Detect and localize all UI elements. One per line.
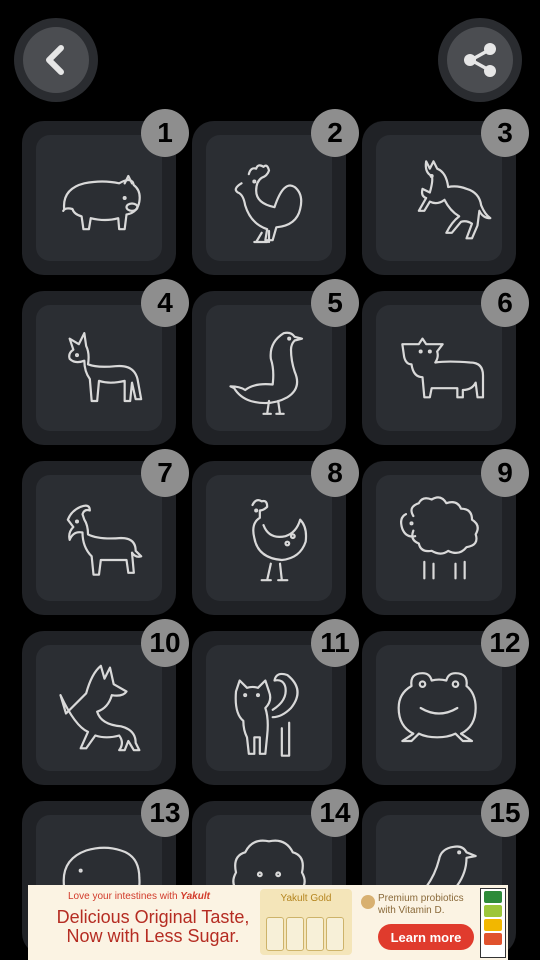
tile-number-badge: 14 [311,789,359,837]
back-button[interactable] [14,18,98,102]
animal-tile-face [206,645,332,771]
tile-number-badge: 11 [311,619,359,667]
ad-tagline: Love your intestines with Yakult [68,891,210,902]
tile-number-badge: 10 [141,619,189,667]
animal-tile-face [36,305,162,431]
frog-icon [397,672,477,743]
animal-tile-face [206,305,332,431]
animal-tile-face [376,645,502,771]
cat-icon [234,672,299,757]
tile-number-badge: 15 [481,789,529,837]
ad-product-label: Yakult Gold [280,893,332,904]
ad-probiotic-text: Premium probiotics with Vitamin D. [378,893,464,916]
cow-icon [401,337,485,399]
tile-number-badge: 13 [141,789,189,837]
animal-tile-face [376,305,502,431]
tile-number-badge: 7 [141,449,189,497]
ad-tagline-text: Love your intestines with [68,891,178,902]
chevron-left-icon [46,45,64,75]
share-icon [464,43,496,77]
tile-number-badge: 2 [311,109,359,157]
pig-icon [62,174,141,231]
animal-tile-face [36,135,162,261]
animal-tile-face [206,475,332,601]
sheep-icon [400,496,479,580]
advertisement-banner[interactable]: Love your intestines with Yakult Delicio… [28,885,508,960]
hen-icon [251,499,308,582]
tile-number-badge: 9 [481,449,529,497]
tile-number-badge: 5 [311,279,359,327]
goose-icon [229,331,304,415]
animal-tile-face [376,135,502,261]
share-button[interactable] [438,18,522,102]
back-button-face [23,27,89,93]
leaf-icon [361,895,375,909]
share-button-face [447,27,513,93]
tile-number-badge: 3 [481,109,529,157]
ad-brand: Yakult [180,891,210,902]
horse-icon [417,160,492,240]
animal-tile-face [376,475,502,601]
animal-tile-face [206,135,332,261]
goat-icon [66,504,143,576]
animal-tile-face [36,645,162,771]
ad-headline-1: Delicious Original Taste, [56,907,250,927]
animal-tile-face [36,475,162,601]
tile-number-badge: 12 [481,619,529,667]
donkey-icon [68,332,143,403]
tile-number-badge: 8 [311,449,359,497]
rooster-icon [234,164,303,244]
tile-number-badge: 1 [141,109,189,157]
dog-icon [59,664,141,752]
tile-number-badge: 6 [481,279,529,327]
ad-product-image: Yakult Gold [260,889,352,955]
nutri-grade-icon [480,888,506,958]
tile-number-badge: 4 [141,279,189,327]
ad-headline-2: Now with Less Sugar. [66,926,240,946]
learn-more-button[interactable]: Learn more [378,924,474,950]
